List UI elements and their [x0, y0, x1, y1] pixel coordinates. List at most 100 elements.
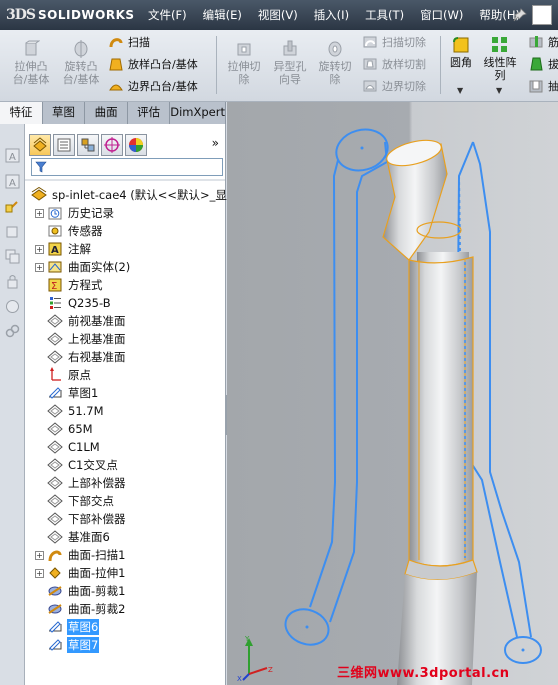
propertymanager-tab[interactable]: [53, 134, 75, 156]
menu-tools[interactable]: 工具(T): [357, 7, 412, 23]
tree-root[interactable]: sp-inlet-cae4 (默认<<默认>_显: [31, 186, 228, 204]
pattern-tool-icon[interactable]: [5, 299, 20, 314]
tree-item[interactable]: + 曲面-拉伸1: [35, 564, 126, 582]
linear-pattern-label-1: 线性阵: [483, 56, 517, 69]
tree-item[interactable]: 前视基准面: [35, 312, 127, 330]
text-tool-icon[interactable]: A: [5, 148, 20, 163]
tree-item[interactable]: 下部补偿器: [35, 510, 127, 528]
tree-item[interactable]: C1LM: [35, 438, 101, 456]
revolve-boss-label-2: 台/基体: [62, 73, 100, 86]
displaymanager-tab[interactable]: [125, 134, 147, 156]
move-tool-icon[interactable]: [5, 224, 20, 239]
menu-insert[interactable]: 插入(I): [306, 7, 357, 23]
tab-dimxpert[interactable]: DimXpert: [170, 102, 226, 124]
sketch-icon: [49, 387, 62, 399]
tree-item[interactable]: + 曲面实体(2): [35, 258, 131, 276]
rib-button[interactable]: 筋: [528, 34, 558, 50]
extrude-cut-button[interactable]: 拉伸切 除: [222, 40, 266, 86]
menu-file[interactable]: 文件(F): [140, 7, 195, 23]
fillet-dropdown[interactable]: ▼: [457, 86, 463, 95]
tree-item[interactable]: 右视基准面: [35, 348, 127, 366]
draft-icon: [530, 57, 543, 71]
configurationmanager-tab[interactable]: [77, 134, 99, 156]
linear-pattern-dropdown[interactable]: ▼: [496, 86, 502, 95]
tab-sketch[interactable]: 草图: [42, 102, 86, 124]
loft-button[interactable]: 放样凸台/基体: [108, 56, 198, 72]
tree-item[interactable]: 51.7M: [35, 402, 105, 420]
lofted-cut-button[interactable]: 放样切割: [362, 56, 426, 72]
expand-toggle[interactable]: +: [35, 550, 44, 560]
menu-edit[interactable]: 编辑(E): [195, 7, 250, 23]
draft-button[interactable]: 拔: [528, 56, 558, 72]
tree-item[interactable]: 基准面6: [35, 528, 111, 546]
svg-text:X: X: [237, 675, 242, 682]
swept-cut-button[interactable]: 扫描切除: [362, 34, 426, 50]
more-tabs-button[interactable]: »: [212, 136, 219, 150]
copy-tool-icon[interactable]: [5, 249, 20, 264]
tab-evaluate[interactable]: 评估: [128, 102, 171, 124]
expand-toggle[interactable]: +: [35, 568, 44, 578]
extrude-boss-icon: [25, 40, 40, 56]
shell-button[interactable]: 抽: [528, 78, 558, 94]
sketch-left[interactable]: [281, 124, 393, 651]
tree-item[interactable]: 上视基准面: [35, 330, 127, 348]
tree-item[interactable]: 原点: [35, 366, 92, 384]
tree-item[interactable]: + 历史记录: [35, 204, 115, 222]
tree-item[interactable]: 下部交点: [35, 492, 115, 510]
tree-item[interactable]: 曲面-剪裁1: [35, 582, 126, 600]
expand-toggle[interactable]: +: [35, 244, 44, 254]
sweep-button[interactable]: 扫描: [108, 34, 150, 50]
boundary-boss-label: 边界凸台/基体: [128, 80, 198, 93]
menu-view[interactable]: 视图(V): [250, 7, 306, 23]
revolve-boss-label-1: 旋转凸: [64, 60, 98, 73]
fillet-icon: [453, 37, 469, 53]
dimxpertmanager-tab[interactable]: [101, 134, 123, 156]
tree-item[interactable]: 65M: [35, 420, 94, 438]
graphics-area[interactable]: Y Z X 三维网www.3dportal.cn: [227, 102, 558, 685]
menu-window[interactable]: 窗口(W): [412, 7, 471, 23]
tree-item[interactable]: 草图7: [35, 636, 100, 654]
revolve-cut-button[interactable]: 旋转切 除: [313, 40, 357, 86]
featuremanager-tab[interactable]: [29, 134, 51, 156]
link-tool-icon[interactable]: [5, 324, 20, 339]
tree-filter-input[interactable]: [31, 158, 223, 176]
logo-prefix: 3DS: [6, 7, 36, 23]
boundary-boss-icon: [109, 84, 123, 91]
hole-wizard-button[interactable]: 异型孔 向导: [268, 40, 312, 86]
extrude-boss-button[interactable]: 拉伸凸 台/基体: [8, 40, 54, 86]
extrude-cut-label-1: 拉伸切: [227, 60, 261, 73]
tree-item[interactable]: Σ 方程式: [35, 276, 104, 294]
text-tool-2-icon[interactable]: A: [5, 174, 20, 189]
swept-cut-icon: [363, 36, 377, 48]
tree-item[interactable]: 上部补偿器: [35, 474, 127, 492]
filter-icon: [35, 161, 47, 173]
tree-item[interactable]: 曲面-剪裁2: [35, 600, 126, 618]
toolbar-separator: [440, 36, 441, 94]
tree-item[interactable]: C1交叉点: [35, 456, 119, 474]
tree-item[interactable]: + 曲面-扫描1: [35, 546, 126, 564]
fillet-button[interactable]: 圆角: [445, 36, 477, 69]
tree-item[interactable]: 传感器: [35, 222, 104, 240]
tree-item[interactable]: 草图1: [35, 384, 99, 402]
tree-item[interactable]: + A 注解: [35, 240, 92, 258]
lock-tool-icon[interactable]: [5, 274, 20, 289]
tree-item[interactable]: Q235-B: [35, 294, 112, 312]
solidworks-logo[interactable]: 3DS SOLIDWORKS: [6, 6, 135, 24]
linear-pattern-button[interactable]: 线性阵 列: [479, 36, 521, 82]
tree-item-label: 草图7: [67, 637, 100, 653]
expand-toggle[interactable]: +: [35, 208, 44, 218]
revolve-boss-button[interactable]: 旋转凸 台/基体: [58, 40, 104, 86]
plane-icon: [47, 476, 63, 490]
tab-features[interactable]: 特征: [0, 102, 43, 124]
pin-icon[interactable]: [512, 7, 528, 23]
new-document-icon[interactable]: [532, 5, 552, 25]
tab-surfaces[interactable]: 曲面: [85, 102, 129, 124]
sketch-edit-icon[interactable]: [5, 199, 20, 214]
tree-item[interactable]: 草图6: [35, 618, 100, 636]
tree-item-label: C1交叉点: [68, 458, 118, 472]
tree-item-label: 曲面-剪裁2: [68, 602, 126, 616]
expand-toggle[interactable]: +: [35, 262, 44, 272]
boundary-boss-button[interactable]: 边界凸台/基体: [108, 78, 198, 94]
pipe-model[interactable]: [382, 136, 478, 685]
boundary-cut-button[interactable]: 边界切除: [362, 78, 426, 94]
